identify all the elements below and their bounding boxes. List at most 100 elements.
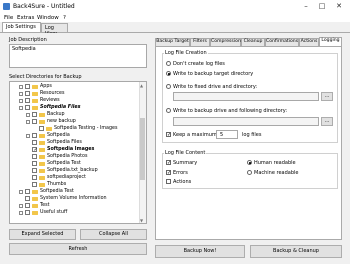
collapse-icon[interactable] [19, 105, 23, 110]
tab-log-view[interactable]: Log View [41, 23, 68, 37]
browse-fixed-button[interactable]: ... [321, 92, 333, 101]
folder-icon [32, 91, 38, 96]
tree-item[interactable]: Resources [10, 90, 140, 97]
tree-item[interactable]: new backup [10, 118, 140, 125]
folder-icon [39, 147, 45, 152]
backup-drive-dir-input[interactable] [173, 117, 319, 126]
tree-checkbox[interactable] [25, 189, 30, 194]
scroll-down-icon[interactable]: ▼ [140, 218, 143, 223]
tree-checkbox[interactable] [25, 210, 30, 215]
summary-label: Summary [173, 160, 198, 166]
radio-write-target[interactable] [166, 71, 171, 76]
tree-item[interactable]: Softpedia Files [10, 104, 140, 111]
scroll-up-icon[interactable]: ▲ [140, 83, 143, 88]
summary-checkbox[interactable]: ✓ [166, 160, 171, 166]
tab-logging[interactable]: Logging [319, 37, 342, 46]
expand-icon[interactable] [19, 84, 23, 89]
backup-cleanup-button[interactable]: Backup & Cleanup [250, 245, 342, 258]
folder-icon [32, 189, 38, 194]
expand-icon[interactable] [19, 98, 23, 103]
refresh-button[interactable]: Refresh [9, 243, 147, 255]
keep-max-suffix: log files [242, 132, 262, 138]
folder-icon [46, 126, 52, 131]
tree-item[interactable]: Useful stuff [10, 209, 140, 216]
tree-checkbox[interactable] [32, 168, 37, 173]
tree-item[interactable]: Softpedia Testing - Images [10, 125, 140, 132]
tree-item[interactable]: Softpedia [10, 132, 140, 139]
scrollbar-thumb[interactable] [140, 118, 145, 180]
tree-checkbox[interactable] [32, 140, 37, 145]
fixed-dir-input[interactable] [173, 92, 319, 101]
tree-checkbox[interactable]: ✓ [32, 147, 38, 153]
collapse-all-button[interactable]: Collapse All [80, 229, 147, 240]
tree-item[interactable]: Apps [10, 83, 140, 90]
menu-window[interactable]: Window [37, 15, 59, 21]
actions-label: Actions [173, 179, 192, 185]
expand-icon[interactable] [19, 210, 23, 215]
tree-checkbox[interactable] [25, 91, 30, 96]
job-description-value: Softpedia [12, 46, 36, 52]
tree-checkbox[interactable] [32, 161, 37, 166]
tree-checkbox[interactable] [25, 196, 30, 201]
expand-selected-button[interactable]: Expand Selected [9, 229, 76, 240]
directory-tree[interactable]: Apps Resources Reviews Softpedia Files B… [9, 81, 147, 224]
tab-actions[interactable]: Actions [299, 38, 319, 46]
tree-checkbox[interactable] [25, 203, 30, 208]
folder-icon [39, 175, 45, 180]
radio-write-fixed[interactable] [166, 84, 171, 89]
tab-cleanup[interactable]: Cleanup [241, 38, 265, 46]
collapse-icon[interactable] [26, 119, 30, 124]
tab-confirmations[interactable]: Confirmations [265, 38, 299, 46]
browse-backup-drive-button[interactable]: ... [321, 117, 333, 126]
errors-checkbox[interactable]: ✓ [166, 170, 171, 176]
expand-icon[interactable] [19, 203, 23, 208]
tree-item[interactable]: System Volume Information [10, 195, 140, 202]
tree-item[interactable]: Softpedia Files [10, 139, 140, 146]
tree-checkbox[interactable] [25, 84, 30, 89]
menu-extras[interactable]: Extras [17, 15, 34, 21]
tree-item[interactable]: Softpedia Test [10, 160, 140, 167]
tree-item[interactable]: Softpedia Test [10, 188, 140, 195]
tab-filters[interactable]: Filters [190, 38, 210, 46]
actions-checkbox[interactable] [166, 179, 171, 184]
expand-icon[interactable] [26, 133, 30, 138]
tree-item[interactable]: Reviews [10, 97, 140, 104]
tree-checkbox[interactable] [32, 154, 37, 159]
expand-icon[interactable] [26, 112, 30, 117]
radio-human-readable[interactable] [247, 160, 252, 165]
maximize-icon[interactable]: □ [316, 1, 328, 12]
radio-machine-readable[interactable] [247, 170, 252, 175]
tab-compression[interactable]: Compression [210, 38, 241, 46]
tree-item[interactable]: Softpedia Photos [10, 153, 140, 160]
tree-checkbox[interactable] [32, 175, 37, 180]
tab-job-settings[interactable]: Job Settings [2, 22, 41, 32]
backup-now-button[interactable]: Backup Now! [155, 245, 245, 258]
tab-backup-target[interactable]: Backup Target [155, 38, 190, 46]
close-icon[interactable]: ✕ [333, 1, 345, 12]
expand-icon[interactable] [19, 189, 23, 194]
tree-checkbox[interactable] [32, 133, 37, 138]
radio-dont-create[interactable] [166, 61, 171, 66]
tree-checkbox[interactable] [25, 105, 30, 110]
tree-checkbox[interactable] [32, 182, 37, 187]
tree-item[interactable]: softpediaproject [10, 174, 140, 181]
tree-checkbox[interactable] [32, 112, 37, 117]
radio-write-backup-drive[interactable] [166, 108, 171, 113]
tree-item[interactable]: ✓ Softpedia Images [10, 146, 140, 153]
tree-item[interactable]: Thumbs [10, 181, 140, 188]
menu-file[interactable]: File [4, 15, 13, 21]
expand-icon[interactable] [19, 91, 23, 96]
tree-checkbox[interactable] [32, 119, 37, 124]
tree-item[interactable]: Softpedia.txt_backup [10, 167, 140, 174]
keep-max-checkbox[interactable]: ✓ [166, 132, 171, 138]
menu-help[interactable]: ? [63, 15, 66, 21]
keep-max-input[interactable]: 5 [216, 130, 238, 139]
tree-checkbox[interactable] [39, 126, 44, 131]
folder-icon [39, 140, 45, 145]
tree-item[interactable]: Backup [10, 111, 140, 118]
select-dirs-label: Select Directories for Backup [9, 74, 82, 80]
tree-checkbox[interactable] [25, 98, 30, 103]
tree-item[interactable]: Test [10, 202, 140, 209]
minimize-icon[interactable]: – [300, 1, 312, 12]
job-description-field[interactable]: Softpedia [9, 44, 147, 68]
